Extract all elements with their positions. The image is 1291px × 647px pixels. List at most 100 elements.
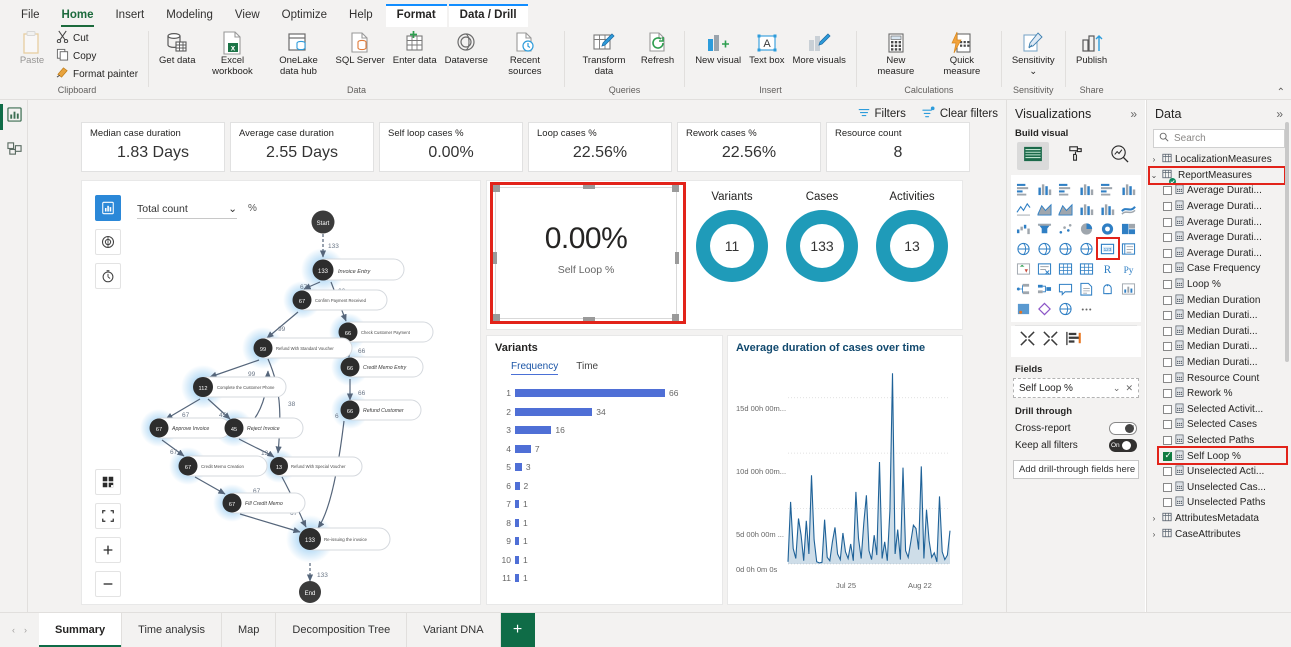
field-checkbox[interactable]	[1163, 482, 1172, 492]
data-pane-scrollbar[interactable]	[1285, 122, 1289, 362]
get-more-visuals-icon[interactable]	[1065, 330, 1082, 352]
data-measure-node[interactable]: Median Duration	[1149, 292, 1291, 308]
data-measure-node[interactable]: Unselected Cas...	[1149, 479, 1291, 495]
data-measure-node[interactable]: Median Durati...	[1149, 308, 1291, 324]
data-table-node[interactable]: › LocalizationMeasures	[1149, 152, 1291, 168]
field-checkbox[interactable]	[1163, 373, 1172, 383]
donut-card-cases[interactable]: Cases 133	[786, 191, 858, 282]
ribbon-tab-help[interactable]: Help	[338, 4, 384, 27]
multi-row-card-icon[interactable]	[1119, 239, 1139, 258]
cut-button[interactable]: Cut	[52, 29, 142, 47]
arcgis-maps-icon[interactable]	[1055, 299, 1075, 318]
data-measure-node[interactable]: Median Durati...	[1149, 339, 1291, 355]
visualization-gallery[interactable]: 123 ▼ R Py	[1011, 175, 1141, 322]
text-box-button[interactable]: A Text box	[745, 27, 788, 70]
variant-bar[interactable]	[515, 518, 519, 527]
clustered-column-chart-icon[interactable]	[1076, 179, 1096, 198]
chevrons-right-icon[interactable]: »	[1130, 107, 1137, 121]
variant-bar[interactable]	[515, 537, 519, 546]
enter-data-button[interactable]: Enter data	[389, 27, 441, 70]
data-table-node[interactable]: ⌄ ReportMeasures	[1149, 168, 1291, 186]
field-checkbox[interactable]	[1163, 467, 1172, 477]
data-table-node[interactable]: › CaseAttributes	[1149, 526, 1291, 542]
donut-chart-icon[interactable]	[1098, 219, 1118, 238]
line-stacked-column-icon[interactable]	[1076, 199, 1096, 218]
chevrons-right-icon[interactable]: »	[1276, 107, 1283, 121]
data-measure-node[interactable]: Average Durati...	[1149, 183, 1291, 199]
variant-row[interactable]: 3 16	[495, 421, 714, 440]
variant-row[interactable]: 10 1	[495, 551, 714, 570]
data-measure-node[interactable]: Rework %	[1149, 386, 1291, 402]
data-measure-node[interactable]: Selected Cases	[1149, 417, 1291, 433]
data-search-input[interactable]: Search	[1153, 129, 1285, 148]
analytics-tab[interactable]	[1103, 142, 1135, 170]
field-checkbox[interactable]	[1163, 311, 1172, 321]
page-tab-time-analysis[interactable]: Time analysis	[122, 613, 222, 647]
treemap-icon[interactable]	[1119, 219, 1139, 238]
page-tab-map[interactable]: Map	[222, 613, 277, 647]
kpi-card-resource-count[interactable]: Resource count 8	[826, 122, 970, 172]
variants-tab-time[interactable]: Time	[576, 361, 598, 375]
table-icon[interactable]	[1055, 259, 1075, 278]
variant-bar[interactable]	[515, 481, 520, 490]
decomposition-tree-icon[interactable]	[1013, 279, 1033, 298]
process-map-visual[interactable]: Total count ⌄ % 133 67 99 66 99 66 38 67…	[81, 180, 481, 605]
transform-data-button[interactable]: Transform data	[571, 27, 637, 80]
page-tab-decomposition-tree[interactable]: Decomposition Tree	[276, 613, 408, 647]
field-checkbox[interactable]	[1163, 404, 1172, 414]
slicer-icon[interactable]	[1034, 259, 1054, 278]
quick-measure-button[interactable]: Quick measure	[929, 27, 995, 80]
field-checkbox[interactable]	[1163, 498, 1172, 508]
field-checkbox[interactable]	[1163, 264, 1172, 274]
more-options-icon[interactable]	[1076, 299, 1096, 318]
chevron-right-icon[interactable]: ›	[1149, 514, 1159, 523]
data-measure-node[interactable]: Average Durati...	[1149, 199, 1291, 215]
clustered-bar-chart-icon[interactable]	[1055, 179, 1075, 198]
variants-tab-frequency[interactable]: Frequency	[511, 361, 559, 375]
format-visual-tab[interactable]	[1060, 142, 1092, 170]
field-checkbox[interactable]	[1163, 450, 1172, 461]
excel-workbook-button[interactable]: x Excel workbook	[199, 27, 265, 80]
data-measure-node[interactable]: Self Loop %	[1149, 448, 1291, 464]
kpi-icon[interactable]: ▼	[1013, 259, 1033, 278]
kpi-card-average-case-duration[interactable]: Average case duration 2.55 Days	[230, 122, 374, 172]
cross-report-toggle[interactable]: Off	[1109, 422, 1137, 435]
metrics-icon[interactable]	[1119, 279, 1139, 298]
chevron-right-icon[interactable]: ›	[1149, 530, 1159, 539]
report-canvas[interactable]: Filters Clear filters Median case durati…	[28, 100, 1006, 612]
pie-chart-icon[interactable]	[1076, 219, 1096, 238]
data-measure-node[interactable]: Selected Activit...	[1149, 402, 1291, 418]
new-visual-button[interactable]: New visual	[691, 27, 745, 70]
variants-bar-chart-visual[interactable]: Variants Frequency Time 1 66 2 34 3 16 4 7 5 3 6 2 7…	[486, 335, 723, 605]
sidebar-item-report-view[interactable]	[0, 100, 28, 134]
chevron-right-icon[interactable]: ›	[1149, 155, 1159, 164]
ribbon-tab-modeling[interactable]: Modeling	[155, 4, 224, 27]
r-script-visual-icon[interactable]: R	[1098, 259, 1118, 278]
shape-map-icon[interactable]	[1055, 239, 1075, 258]
data-table-node[interactable]: › AttributesMetadata	[1149, 511, 1291, 527]
scatter-chart-icon[interactable]	[1055, 219, 1075, 238]
filled-map-icon[interactable]	[1034, 239, 1054, 258]
build-visual-tab[interactable]	[1016, 142, 1049, 170]
variant-bar[interactable]	[515, 555, 519, 564]
variant-row[interactable]: 2 34	[495, 403, 714, 422]
page-nav-prev[interactable]: ‹	[12, 625, 15, 635]
more-visuals-button[interactable]: More visuals	[789, 27, 850, 70]
stacked-column-chart-icon[interactable]	[1034, 179, 1054, 198]
field-checkbox[interactable]	[1163, 435, 1172, 445]
donut-card-activities[interactable]: Activities 13	[876, 191, 948, 282]
data-measure-node[interactable]: Unselected Acti...	[1149, 464, 1291, 480]
field-checkbox[interactable]	[1163, 342, 1172, 352]
variant-row[interactable]: 81	[495, 514, 714, 533]
new-measure-button[interactable]: New measure	[863, 27, 929, 80]
kpi-card-rework-cases-pct[interactable]: Rework cases % 22.56%	[677, 122, 821, 172]
kpi-card-loop-cases-pct[interactable]: Loop cases % 22.56%	[528, 122, 672, 172]
variant-bar[interactable]	[515, 574, 519, 583]
data-measure-node[interactable]: Median Durati...	[1149, 324, 1291, 340]
publish-button[interactable]: Publish	[1072, 27, 1112, 70]
dataverse-button[interactable]: Dataverse	[441, 27, 492, 70]
variant-bar[interactable]	[515, 407, 593, 416]
variant-bar[interactable]	[515, 463, 522, 472]
sensitivity-button[interactable]: Sensitivity ⌄	[1008, 27, 1059, 80]
azure-map-icon[interactable]	[1076, 239, 1096, 258]
